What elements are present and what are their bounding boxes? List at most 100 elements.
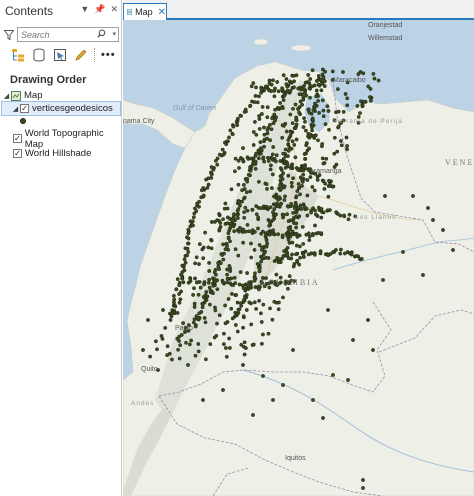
geodesic-vertex-point [262,159,267,164]
geodesic-vertex-point [330,184,335,189]
geodesic-vertex-point [230,291,234,296]
geodesic-vertex-point [237,166,241,170]
list-by-data-source-icon[interactable] [31,47,46,62]
geodesic-vertex-point [276,89,281,94]
geodesic-vertex-point [345,144,350,148]
geodesic-vertex-point [236,307,241,312]
geodesic-vertex-point [238,270,243,275]
geodesic-vertex-point [281,151,286,156]
geodesic-vertex-point [300,102,305,107]
label-panama-city: nama City [123,118,155,125]
geodesic-vertex-point [269,82,274,87]
geodesic-vertex-point [238,113,243,118]
geodesic-vertex-point [310,233,315,238]
geodesic-vertex-point [372,76,377,81]
geodesic-vertex-point [256,179,261,184]
geodesic-vertex-point [285,234,290,239]
list-by-selection-icon[interactable] [52,47,67,62]
geodesic-vertex-point [206,182,211,187]
geodesic-vertex-point [256,148,261,153]
geodesic-vertex-point [272,94,277,99]
geodesic-vertex-point [249,241,253,246]
geodesic-vertex-point [233,323,238,327]
geodesic-vertex-point [316,99,321,103]
search-dropdown-icon[interactable]: ▾ [112,30,116,38]
geodesic-vertex-point [217,152,222,157]
search-icon[interactable] [97,29,106,41]
geodesic-vertex-point [220,253,225,257]
map-canvas[interactable] [123,20,474,496]
geodesic-vertex-point [282,198,287,202]
geodesic-vertex-point [288,89,293,93]
geodesic-vertex-point [322,84,327,89]
geodesic-vertex-point [276,204,281,208]
geodesic-vertex-point [326,109,331,113]
pane-options-icon[interactable]: ▼ [80,4,89,15]
geodesic-vertex-point [240,230,245,234]
geodesic-vertex-point [243,205,248,210]
tree-item-world-topographic-map[interactable]: ✓ World Topographic Map [2,128,120,150]
geodesic-vertex-point [307,146,312,151]
geodesic-vertex-point [233,156,238,161]
geodesic-vertex-point [202,316,207,320]
collapse-arrow-icon[interactable]: ◢ [2,92,11,100]
layer-visibility-checkbox[interactable]: ✓ [20,104,29,113]
geodesic-vertex-point [275,80,280,84]
tree-item-world-hillshade[interactable]: ✓ World Hillshade [2,147,120,160]
geodesic-vertex-point [259,259,264,264]
geodesic-vertex-point [231,224,236,229]
geodesic-vertex-point [207,269,212,273]
layer-visibility-checkbox[interactable]: ✓ [13,134,22,143]
tree-item-verticesgeodesicos[interactable]: ◢ ✓ verticesgeodesicos [1,101,121,116]
geodesic-vertex-point [259,341,264,346]
geodesic-vertex-point [211,167,216,172]
geodesic-vertex-point [401,250,405,254]
geodesic-vertex-point [313,223,317,228]
geodesic-vertex-point [320,156,325,161]
geodesic-vertex-point [252,278,257,283]
geodesic-vertex-point [294,194,299,199]
geodesic-vertex-point [338,213,343,218]
pin-icon[interactable]: 📌 [94,4,105,15]
geodesic-vertex-point [272,232,277,237]
list-by-drawing-order-icon[interactable] [10,47,25,62]
geodesic-vertex-point [261,302,266,307]
geodesic-vertex-point [268,306,272,311]
geodesic-vertex-point [284,129,289,134]
geodesic-vertex-point [235,300,240,305]
point-symbol-icon[interactable] [20,118,26,124]
geodesic-vertex-point [290,252,294,257]
geodesic-vertex-point [180,276,184,281]
close-tab-icon[interactable]: ✕ [158,7,166,18]
geodesic-vertex-point [260,332,265,337]
tree-item-map[interactable]: ◢ Map [2,89,120,102]
geodesic-vertex-point [207,260,212,265]
geodesic-vertex-point [223,321,228,326]
geodesic-vertex-point [356,72,361,76]
geodesic-vertex-point [236,182,241,187]
geodesic-vertex-point [237,229,241,234]
tab-map[interactable]: Map ✕ [123,3,167,20]
geodesic-vertex-point [180,263,185,268]
geodesic-vertex-point [254,212,259,217]
geodesic-vertex-point [268,163,273,168]
geodesic-vertex-point [160,336,165,341]
search-input[interactable] [18,28,98,41]
close-pane-icon[interactable]: ✕ [110,4,118,15]
map-tab-icon [127,9,133,15]
geodesic-vertex-point [196,349,201,354]
geodesic-vertex-point [253,94,258,98]
geodesic-vertex-point [314,79,319,83]
filter-icon[interactable] [3,29,15,41]
geodesic-vertex-point [351,338,355,342]
more-options-icon[interactable]: ••• [101,49,116,61]
collapse-arrow-icon[interactable]: ◢ [11,105,20,113]
geodesic-vertex-point [215,287,220,292]
geodesic-vertex-point [167,351,172,356]
geodesic-vertex-point [330,69,335,74]
geodesic-vertex-point [217,267,222,272]
list-by-editing-icon[interactable] [73,47,88,62]
layer-visibility-checkbox[interactable]: ✓ [13,149,22,158]
geodesic-vertex-point [179,272,183,277]
search-box[interactable]: ▾ [17,27,119,42]
